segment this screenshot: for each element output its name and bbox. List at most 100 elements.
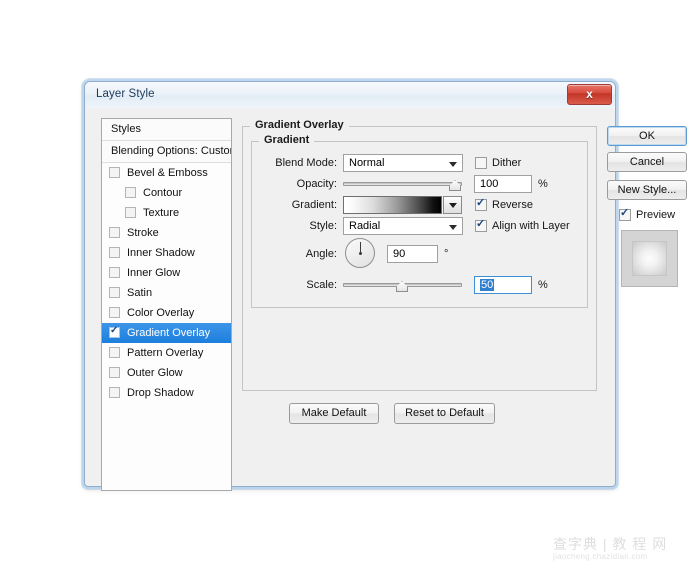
preview-checkbox[interactable]: Preview <box>619 207 676 222</box>
sidebar-item-label: Bevel & Emboss <box>127 167 208 179</box>
sidebar-item-texture[interactable]: Texture <box>102 203 231 223</box>
styles-list[interactable]: Styles Blending Options: Custom Bevel & … <box>101 118 232 491</box>
checkbox-texture[interactable] <box>125 207 136 218</box>
angle-label-box: Angle: <box>251 245 337 265</box>
preview-thumbnail-shape <box>632 241 667 276</box>
ok-button[interactable]: OK <box>607 126 687 146</box>
blending-options-row[interactable]: Blending Options: Custom <box>102 141 231 163</box>
chevron-down-icon <box>449 203 457 208</box>
sidebar-item-label: Inner Glow <box>127 267 181 279</box>
sidebar-item-label: Color Overlay <box>127 307 195 319</box>
gradient-label-box: Gradient: <box>251 196 337 216</box>
group-title: Gradient <box>259 134 315 146</box>
style-label-box: Style: <box>251 217 337 237</box>
cancel-button[interactable]: Cancel <box>607 152 687 172</box>
make-default-button[interactable]: Make Default <box>289 403 379 424</box>
reverse-checkbox-box[interactable] <box>475 197 487 211</box>
align-with-layer-checkbox-box[interactable] <box>475 218 487 232</box>
layer-style-dialog: Layer Style x Styles Blending Options: C… <box>84 81 687 491</box>
angle-unit: ° <box>444 248 449 260</box>
dialog-title: Layer Style <box>96 88 155 100</box>
sidebar-item-label: Stroke <box>127 227 159 239</box>
section-title: Gradient Overlay <box>250 119 349 131</box>
scale-value: 50 <box>480 279 495 291</box>
sidebar-item-drop-shadow[interactable]: Drop Shadow <box>102 383 231 403</box>
sidebar-item-label: Outer Glow <box>127 367 183 379</box>
checkbox-satin[interactable] <box>109 287 120 298</box>
checkbox-outer-glow[interactable] <box>109 367 120 378</box>
angle-dial[interactable] <box>345 238 375 268</box>
sidebar-item-outer-glow[interactable]: Outer Glow <box>102 363 231 383</box>
sidebar-item-gradient-overlay[interactable]: Gradient Overlay <box>102 323 231 343</box>
chevron-down-icon <box>449 162 457 167</box>
close-icon: x <box>586 87 593 101</box>
style-select[interactable]: Radial <box>343 217 463 235</box>
gradient-overlay-panel: Gradient Overlay Gradient Blend Mode: No… <box>242 118 597 491</box>
gradient-preset-dropdown[interactable] <box>443 196 462 214</box>
checkbox-inner-shadow[interactable] <box>109 247 120 258</box>
scale-slider[interactable] <box>343 277 462 293</box>
sidebar-item-label: Inner Shadow <box>127 247 195 259</box>
opacity-slider[interactable] <box>343 176 462 192</box>
sidebar-item-label: Contour <box>143 187 183 199</box>
style-value: Radial <box>349 220 381 232</box>
checkbox-contour[interactable] <box>125 187 136 198</box>
chevron-down-icon <box>449 225 457 230</box>
blend-mode-label: Blend Mode: <box>275 157 337 169</box>
dialog-titlebar[interactable]: Layer Style x <box>85 82 615 109</box>
checkbox-gradient-overlay[interactable] <box>109 325 120 338</box>
opacity-label: Opacity: <box>296 178 337 190</box>
scale-label: Scale: <box>306 279 337 291</box>
opacity-input[interactable]: 100 <box>474 175 532 193</box>
sidebar-item-color-overlay[interactable]: Color Overlay <box>102 303 231 323</box>
style-label: Style: <box>309 220 337 232</box>
sidebar-item-label: Texture <box>143 207 180 219</box>
sidebar-item-inner-glow[interactable]: Inner Glow <box>102 263 231 283</box>
checkbox-bevel-emboss[interactable] <box>109 167 120 178</box>
reset-to-default-button[interactable]: Reset to Default <box>394 403 495 424</box>
preview-label: Preview <box>636 209 676 221</box>
reverse-label: Reverse <box>492 199 533 211</box>
blend-mode-value: Normal <box>349 157 385 169</box>
opacity-label-box: Opacity: <box>251 175 337 195</box>
checkbox-pattern-overlay[interactable] <box>109 347 120 358</box>
dialog-body: Styles Blending Options: Custom Bevel & … <box>85 108 687 491</box>
sidebar-item-stroke[interactable]: Stroke <box>102 223 231 243</box>
close-button[interactable]: x <box>567 84 612 105</box>
opacity-slider-track <box>343 182 462 186</box>
checkbox-drop-shadow[interactable] <box>109 387 120 398</box>
dither-label: Dither <box>492 157 522 169</box>
angle-label: Angle: <box>305 248 337 260</box>
sidebar-item-label: Gradient Overlay <box>127 327 211 339</box>
scale-input[interactable]: 50 <box>474 276 532 294</box>
checkbox-inner-glow[interactable] <box>109 267 120 278</box>
opacity-value: 100 <box>480 178 499 190</box>
sidebar-item-label: Drop Shadow <box>127 387 194 399</box>
angle-dial-hub <box>358 251 362 255</box>
watermark-title: 查字典 | 教 程 网 <box>553 536 668 552</box>
new-style-button[interactable]: New Style... <box>607 180 687 200</box>
angle-input[interactable]: 90 <box>387 245 438 263</box>
sidebar-item-contour[interactable]: Contour <box>102 183 231 203</box>
opacity-unit: % <box>538 178 548 190</box>
align-with-layer-label: Align with Layer <box>492 220 570 232</box>
scale-label-box: Scale: <box>251 276 337 296</box>
gradient-swatch[interactable] <box>343 196 442 214</box>
align-with-layer-checkbox[interactable]: Align with Layer <box>475 218 570 233</box>
preview-checkbox-box[interactable] <box>619 207 631 221</box>
sidebar-item-pattern-overlay[interactable]: Pattern Overlay <box>102 343 231 363</box>
sidebar-item-inner-shadow[interactable]: Inner Shadow <box>102 243 231 263</box>
watermark-url: jiaocheng.chazidian.com <box>553 552 648 561</box>
sidebar-item-bevel-emboss[interactable]: Bevel & Emboss <box>102 163 231 183</box>
blend-mode-label-box: Blend Mode: <box>251 154 337 174</box>
blend-mode-select[interactable]: Normal <box>343 154 463 172</box>
sidebar-item-satin[interactable]: Satin <box>102 283 231 303</box>
dither-checkbox[interactable]: Dither <box>475 157 521 170</box>
styles-list-header[interactable]: Styles <box>102 119 231 141</box>
scale-unit: % <box>538 279 548 291</box>
reverse-checkbox[interactable]: Reverse <box>475 197 533 212</box>
checkbox-stroke[interactable] <box>109 227 120 238</box>
dither-checkbox-box[interactable] <box>475 157 487 169</box>
gradient-label: Gradient: <box>291 199 337 211</box>
checkbox-color-overlay[interactable] <box>109 307 120 318</box>
